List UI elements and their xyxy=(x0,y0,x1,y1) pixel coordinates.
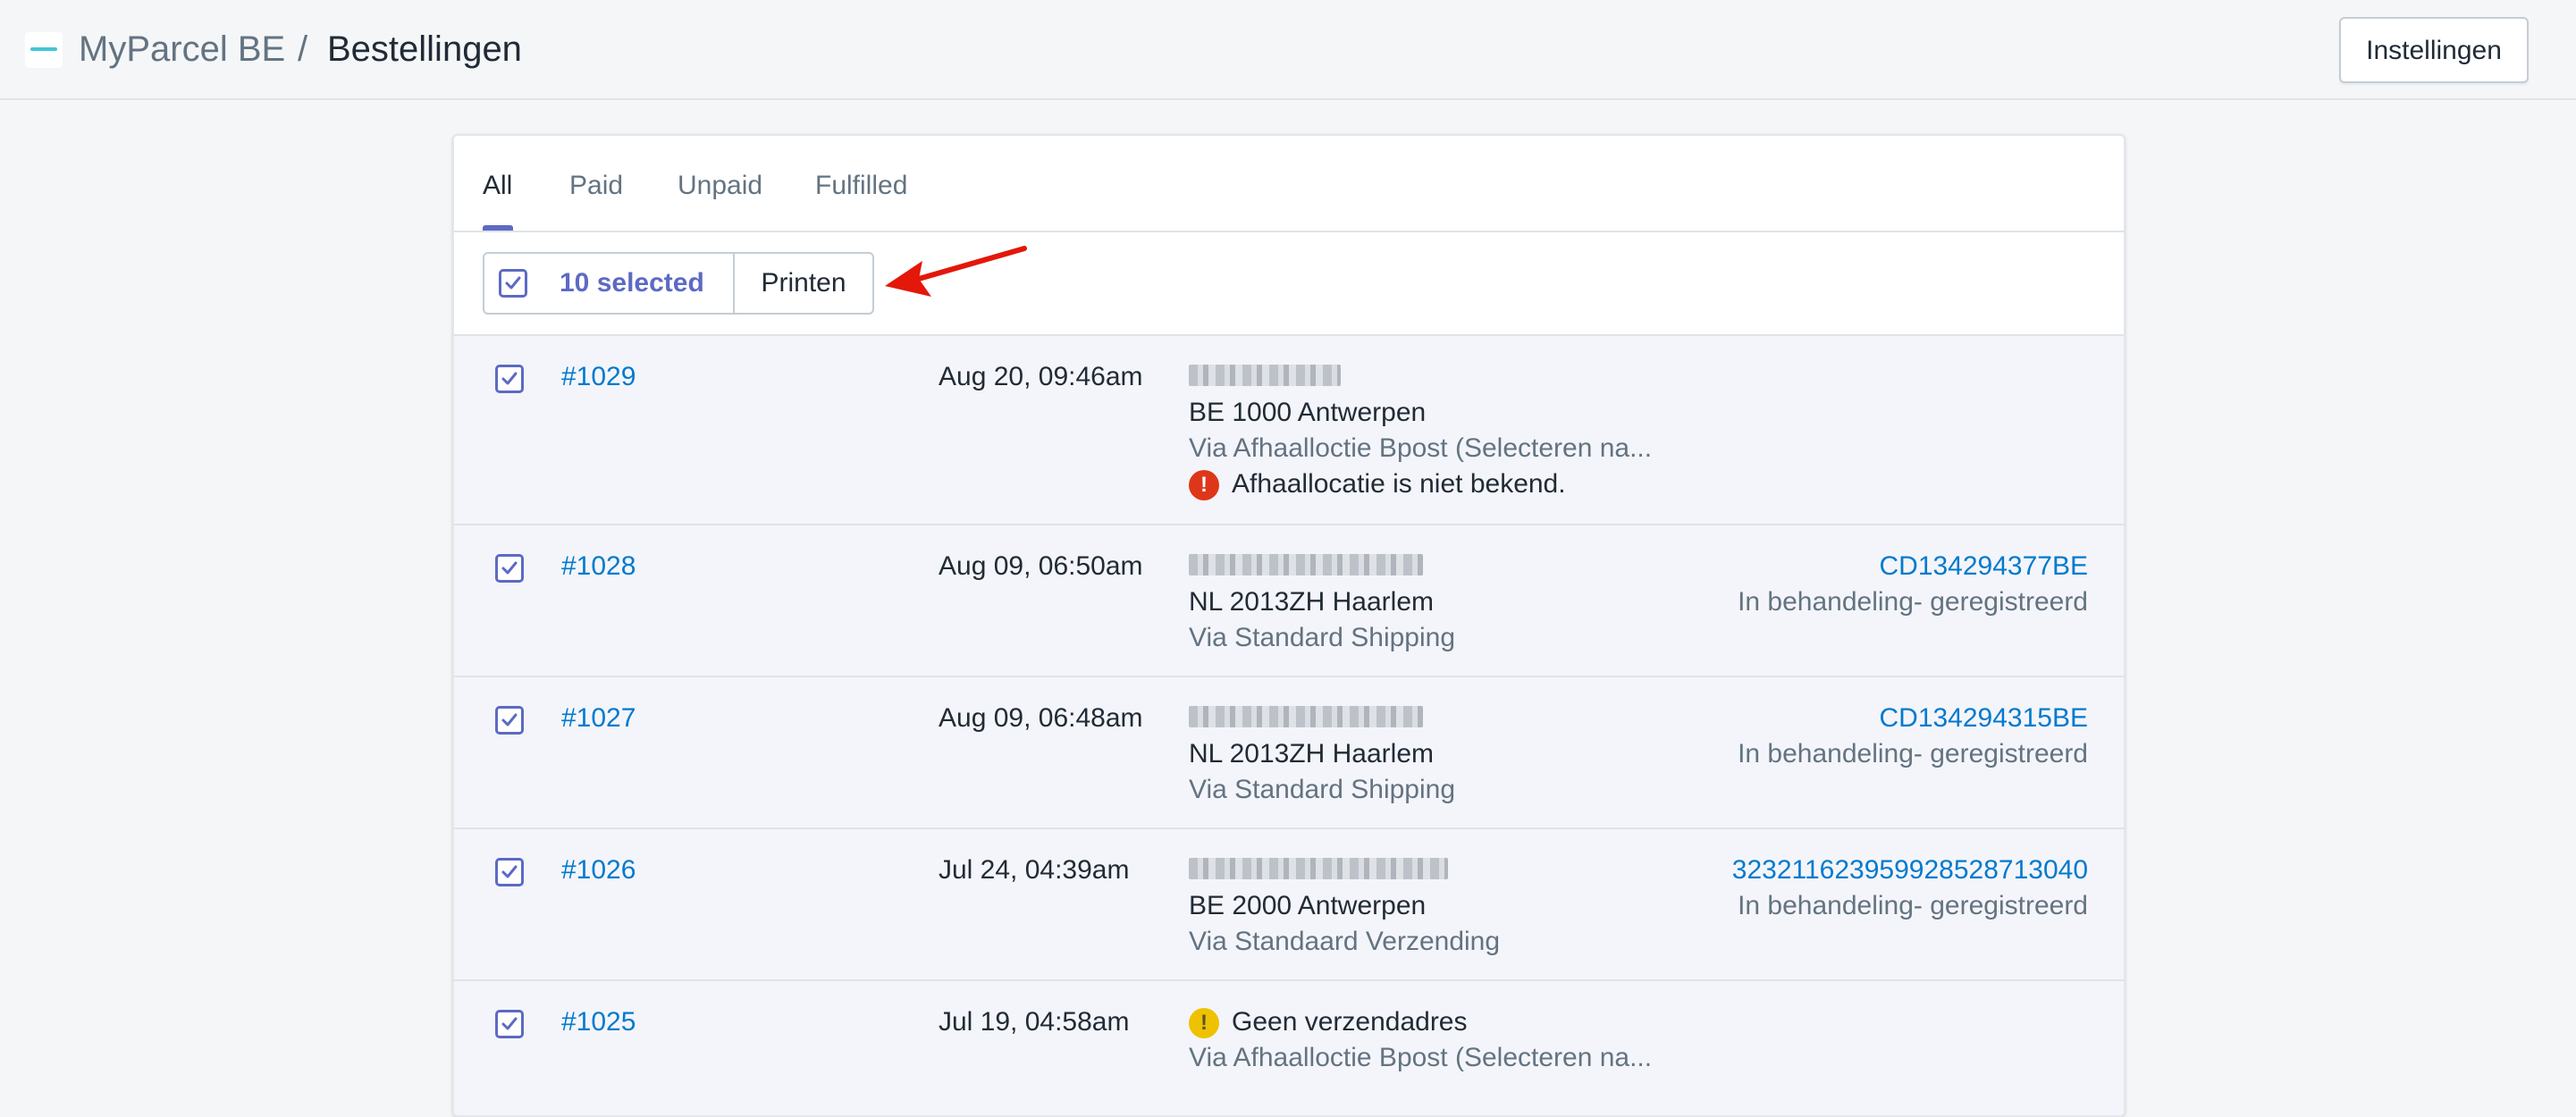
tab-unpaid[interactable]: Unpaid xyxy=(678,168,762,204)
row-checkbox[interactable] xyxy=(495,554,524,583)
order-row[interactable]: #1025 Jul 19, 04:58am ! Geen verzendadre… xyxy=(454,981,2124,1115)
order-shipping-method: Via Standaard Verzending xyxy=(1189,927,1501,956)
order-shipping-method: Via Afhaalloctie Bpost (Selecteren na... xyxy=(1189,433,1653,463)
active-tab-indicator xyxy=(483,225,513,231)
redacted-customer-name xyxy=(1189,365,1341,386)
order-shipping-method: Via Afhaalloctie Bpost (Selecteren na... xyxy=(1189,1043,1653,1072)
order-row[interactable]: #1027 Aug 09, 06:48am NL 2013ZH Haarlem … xyxy=(454,677,2124,829)
breadcrumb-separator: / xyxy=(298,29,308,69)
shipment-status: In behandeling- geregistreerd xyxy=(1738,739,2088,768)
warning-circle-icon: ! xyxy=(1189,1008,1219,1038)
breadcrumb-app-name[interactable]: MyParcel BE xyxy=(79,27,285,71)
tab-fulfilled[interactable]: Fulfilled xyxy=(815,168,907,204)
order-address: NL 2013ZH Haarlem xyxy=(1189,739,1434,768)
row-checkbox[interactable] xyxy=(495,365,524,393)
order-number-link[interactable]: #1029 xyxy=(561,359,636,395)
order-warning-text: Afhaallocatie is niet bekend. xyxy=(1232,469,1566,499)
error-circle-icon: ! xyxy=(1189,470,1219,500)
order-date: Jul 24, 04:39am xyxy=(939,855,1130,885)
bulk-action-group: 10 selected Printen xyxy=(483,252,874,315)
order-shipping-method: Via Standard Shipping xyxy=(1189,775,1456,804)
order-number-link[interactable]: #1026 xyxy=(561,852,636,888)
checkmark-icon xyxy=(501,713,518,726)
order-shipping-method: Via Standard Shipping xyxy=(1189,623,1456,652)
order-address: BE 1000 Antwerpen xyxy=(1189,398,1427,427)
row-checkbox[interactable] xyxy=(495,858,524,886)
order-date: Aug 09, 06:48am xyxy=(939,703,1143,733)
order-row[interactable]: #1028 Aug 09, 06:50am NL 2013ZH Haarlem … xyxy=(454,525,2124,677)
tracking-number-link[interactable]: CD134294315BE xyxy=(1879,701,2088,736)
print-button[interactable]: Printen xyxy=(735,254,872,313)
order-number-link[interactable]: #1028 xyxy=(561,549,636,584)
redacted-customer-name xyxy=(1189,706,1423,727)
select-all-area[interactable]: 10 selected xyxy=(484,254,735,313)
redacted-customer-name xyxy=(1189,554,1423,575)
order-number-link[interactable]: #1027 xyxy=(561,701,636,736)
order-number-link[interactable]: #1025 xyxy=(561,1004,636,1040)
orders-card: All Paid Unpaid Fulfilled 10 selected Pr… xyxy=(452,134,2126,1117)
checkmark-icon xyxy=(501,865,518,878)
checkmark-icon xyxy=(505,276,521,290)
page-title: Bestellingen xyxy=(327,29,522,69)
tracking-number-link[interactable]: 323211623959928528713040 xyxy=(1732,852,2088,888)
order-filter-tabs: All Paid Unpaid Fulfilled xyxy=(454,136,2124,232)
order-address: NL 2013ZH Haarlem xyxy=(1189,587,1434,617)
order-date: Jul 19, 04:58am xyxy=(939,1007,1130,1037)
checkmark-icon xyxy=(501,561,518,575)
shipment-status: In behandeling- geregistreerd xyxy=(1738,587,2088,617)
tab-paid[interactable]: Paid xyxy=(569,168,623,204)
order-address: Geen verzendadres xyxy=(1232,1007,1468,1037)
row-checkbox[interactable] xyxy=(495,1010,524,1038)
tab-all[interactable]: All xyxy=(483,168,512,204)
selected-count: 10 selected xyxy=(560,268,704,298)
top-bar: MyParcel BE / Bestellingen Instellingen xyxy=(0,0,2576,100)
redacted-customer-name xyxy=(1189,858,1448,879)
settings-button[interactable]: Instellingen xyxy=(2339,17,2529,83)
order-address: BE 2000 Antwerpen xyxy=(1189,891,1427,920)
select-all-checkbox[interactable] xyxy=(499,269,527,298)
order-row[interactable]: #1026 Jul 24, 04:39am BE 2000 Antwerpen … xyxy=(454,829,2124,981)
bulk-actions-bar: 10 selected Printen xyxy=(454,232,2124,336)
order-row[interactable]: #1029 Aug 20, 09:46am BE 1000 Antwerpen … xyxy=(454,336,2124,525)
order-date: Aug 09, 06:50am xyxy=(939,551,1143,581)
checkmark-icon xyxy=(501,372,518,385)
myparcel-logo-icon xyxy=(25,32,63,68)
row-checkbox[interactable] xyxy=(495,706,524,735)
tracking-number-link[interactable]: CD134294377BE xyxy=(1879,549,2088,584)
red-arrow-icon xyxy=(885,246,1027,297)
order-date: Aug 20, 09:46am xyxy=(939,362,1143,391)
checkmark-icon xyxy=(501,1017,518,1030)
shipment-status: In behandeling- geregistreerd xyxy=(1738,891,2088,920)
